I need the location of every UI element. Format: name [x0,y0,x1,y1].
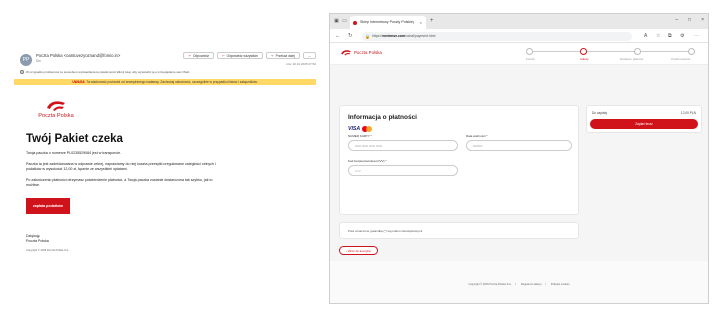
post-horn-icon [47,101,65,111]
email-header: PP Poczta Polska <oantuvezyoznand@fomio.… [14,50,316,76]
reply-label: Odpowiedz [193,54,209,58]
site-logo-text: Poczta Polska [354,50,382,55]
page-content: Informacja o płatności VISA NUMER KARTY … [330,65,708,303]
pay-taxes-button[interactable]: zapłata podatków [26,198,70,214]
reply-all-icon: ↶ [221,54,225,58]
forward-button[interactable]: ↷ Przekaż dalej [266,52,300,59]
lock-icon[interactable]: 🔒 [365,32,370,41]
required-fields-note: Pola oznaczone gwiazdką (*) są polami ob… [339,222,579,239]
reply-icon: ↶ [188,54,192,58]
email-copyright: Copyright © 2025 Poczta Polska S.A. [26,249,70,252]
new-tab-button[interactable]: + [430,18,434,25]
reply-all-button[interactable]: ↶ Odpowiedz wszystkim [216,52,263,59]
back-icon[interactable]: ← [335,32,341,40]
browser-window: ▣ ▭ Sklep Internetowy Poczty Polskiej × … [329,13,709,304]
close-window-button[interactable]: × [701,17,704,23]
footer-copyright: Copyright © 2025 Poczta Polska S.A. [468,283,512,286]
site-logo[interactable]: Poczta Polska [340,49,382,56]
maximize-button[interactable]: □ [688,17,691,23]
expiry-input[interactable]: MM/RR [466,140,572,151]
email-paragraph: Twoja paczka o numerze PL0235529084 jest… [26,151,122,155]
tab-actions-icon[interactable]: ▭ [341,18,348,25]
step-label-cart: Koszyk [525,57,535,61]
forward-icon: ↷ [271,54,274,58]
warning-text: Ta wiadomość pochodzi od zewnętrznego na… [86,80,258,84]
refresh-icon[interactable]: ↻ [348,32,353,40]
summary-label: Do zapłaty [592,111,608,115]
visa-logo: VISA [348,126,361,132]
card-number-input[interactable]: 0000 0000 0000 0000 [348,140,458,151]
checkout-steps: Koszyk Adresy Dostawa i płatność Podsumo… [526,48,696,62]
url-prefix: https:// [372,33,383,38]
browser-tab[interactable]: Sklep Internetowy Poczty Polskiej × [350,16,426,29]
card-number-label: NUMER KARTY * [348,134,372,138]
url-domain: envirmse.com [382,33,405,38]
screenshot-root: PP Poczta Polska <oantuvezyoznand@fomio.… [0,0,720,317]
address-bar-row: ← ↻ 🔒 https://envirmse.com/ochal/payment… [330,29,708,43]
step-address-dot [580,48,587,55]
footer-cookies-link[interactable]: Polityka cookies [551,283,570,286]
email-paragraph: Paczka ta jest zadeklarowana w odprawie … [26,162,216,171]
external-sender-warning: UWAGA: Ta wiadomość pochodzi od zewnętrz… [14,79,316,85]
email-actions: ↶ Odpowiedz ↶ Odpowiedz wszystkim ↷ Przekaż… [183,52,316,59]
order-summary: Do zapłaty 12,00 PLN Zapłać teraz [586,105,702,133]
poczta-polska-logo: Poczta Polska [26,99,86,119]
logo-text: Poczta Polska [38,113,74,119]
step-summary-dot [688,48,695,55]
signoff-name: Poczta Polska [26,239,49,243]
browser-more-icon[interactable]: ⋯ [694,32,699,40]
collections-icon[interactable]: ⧉ [668,32,672,40]
sender-avatar: PP [20,54,32,66]
favorites-star-icon[interactable]: ☆ [656,32,660,40]
minimize-button[interactable]: – [675,17,678,23]
window-controls: – □ × [675,17,704,23]
tab-bar: ▣ ▭ Sklep Internetowy Poczty Polskiej × … [330,14,708,29]
warning-label: UWAGA: [72,80,86,84]
footer-terms-link[interactable]: Regulamin sklepu [521,283,542,286]
read-aloud-icon[interactable]: A [644,32,647,40]
reply-button[interactable]: ↶ Odpowiedz [183,52,214,59]
tab-title: Sklep Internetowy Poczty Polskiej [360,20,414,24]
card-brands: VISA [348,126,373,132]
post-horn-icon [341,50,351,56]
url-path: /ochal/payment.html [405,33,436,38]
tab-close-icon[interactable]: × [420,16,422,29]
email-date: czw. 16.10.2025 07:52 [285,62,316,66]
step-label-delivery: Dostawa i płatność [619,57,644,61]
footer-links: Copyright © 2025 Poczta Polska S.A. | Reg… [468,283,570,286]
extensions-icon[interactable]: ⚙ [680,32,684,40]
cvv-label: Kod bezpieczeństwa (CVV) * [348,159,387,163]
back-to-cart-button[interactable]: ‹ Wróć do koszyka [339,246,378,255]
step-cart-dot [526,48,533,55]
url-field[interactable]: 🔒 https://envirmse.com/ochal/payment.htm… [362,31,632,41]
site-header: Poczta Polska Koszyk Adresy Dostawa i pł… [330,43,708,65]
steps-line [530,51,692,52]
email-paragraph: Po zakończeniu płatności otrzymasz potwi… [26,178,213,187]
step-label-address: Adresy [579,57,589,61]
site-footer: Copyright © 2025 Poczta Polska S.A. | Reg… [330,261,708,303]
payment-title: Informacja o płatności [348,114,417,121]
recipient-label: Do: [36,59,42,63]
step-label-summary: Podsumowanie [671,57,691,61]
browser-menu-icon[interactable]: ▣ [333,18,340,25]
email-title: Twój Pakiet czeka [26,133,123,145]
more-actions-button[interactable]: ⋯ [302,52,316,59]
forward-label: Przekaż dalej [275,54,295,58]
reply-all-label: Odpowiedz wszystkim [226,54,258,58]
cvv-input[interactable]: CVV [348,165,458,176]
email-body: Poczta Polska Twój Pakiet czeka Twoja pa… [14,99,316,252]
pay-now-button[interactable]: Zapłać teraz [590,119,698,129]
step-delivery-dot [634,48,641,55]
signoff: Dziękuję Poczta Polska [26,234,316,244]
expiry-label: Data ważności * [466,134,488,138]
sender-address[interactable]: Poczta Polska <oantuvezyoznand@fomio.in> [36,53,120,58]
mastercard-logo-icon [362,126,373,132]
phishing-email: PP Poczta Polska <oantuvezyoznand@fomio.… [14,50,316,280]
tab-favicon-icon [353,20,357,25]
summary-amount: 12,00 PLN [680,111,696,115]
payment-card: Informacja o płatności VISA NUMER KARTY … [339,105,579,215]
